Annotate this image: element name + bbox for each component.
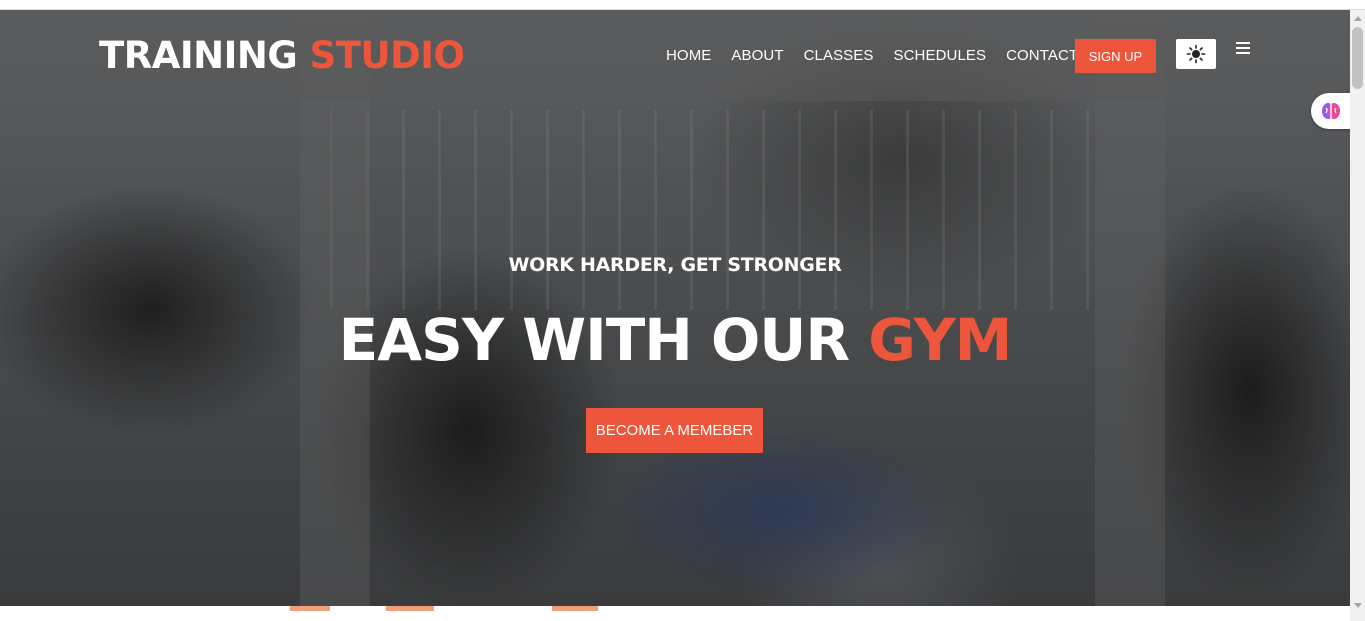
hero-tagline: WORK HARDER, GET STRONGER <box>508 254 842 276</box>
nav-classes[interactable]: CLASSES <box>804 47 874 64</box>
become-member-button[interactable]: BECOME A MEMEBER <box>586 408 763 453</box>
hamburger-menu-icon[interactable] <box>1236 42 1250 54</box>
hero-headline: EASY WITH OUR GYM <box>0 306 1350 374</box>
nav-contact[interactable]: CONTACT <box>1006 47 1078 64</box>
below-fold-image <box>290 606 330 611</box>
site-logo[interactable]: TRAINING STUDIO <box>99 34 465 77</box>
scroll-down-arrow-icon[interactable] <box>1354 603 1362 608</box>
nav-about[interactable]: ABOUT <box>731 47 783 64</box>
scrollbar-track[interactable] <box>1350 10 1365 621</box>
headline-primary: EASY WITH OUR <box>338 306 850 374</box>
scroll-up-arrow-icon[interactable] <box>1354 16 1362 21</box>
scrollbar-thumb[interactable] <box>1352 27 1363 89</box>
browser-top-bar <box>0 0 1365 10</box>
side-widget-button[interactable] <box>1311 93 1350 129</box>
main-nav: HOME ABOUT CLASSES SCHEDULES CONTACT <box>666 47 1098 64</box>
logo-primary: TRAINING <box>99 34 298 77</box>
page: TRAINING STUDIO HOME ABOUT CLASSES SCHED… <box>0 10 1350 616</box>
theme-toggle-button[interactable] <box>1176 39 1216 69</box>
signup-button[interactable]: SIGN UP <box>1075 39 1156 73</box>
sun-icon <box>1186 44 1206 64</box>
below-fold-strip <box>0 606 1350 621</box>
headline-accent: GYM <box>868 306 1012 374</box>
nav-home[interactable]: HOME <box>666 47 711 64</box>
brain-icon <box>1322 103 1340 119</box>
below-fold-image <box>386 606 434 611</box>
below-fold-image <box>552 606 598 611</box>
site-header: TRAINING STUDIO HOME ABOUT CLASSES SCHED… <box>0 10 1350 101</box>
nav-schedules[interactable]: SCHEDULES <box>894 47 987 64</box>
logo-accent: STUDIO <box>309 34 465 77</box>
